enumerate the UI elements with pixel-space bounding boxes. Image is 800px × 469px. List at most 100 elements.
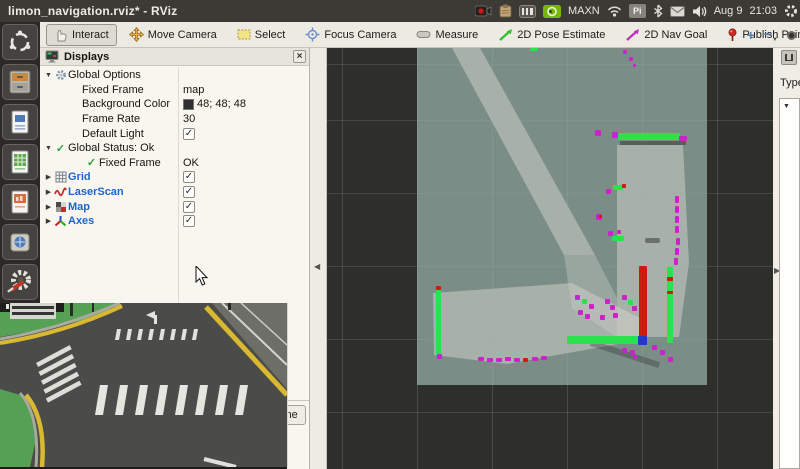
laser-marker bbox=[530, 48, 538, 51]
tool-focus-camera[interactable]: Focus Camera bbox=[297, 23, 404, 46]
tree-row-default-light[interactable]: Default Light ✓ bbox=[40, 126, 309, 141]
launcher-software-center[interactable] bbox=[2, 224, 38, 260]
displays-close-button[interactable]: × bbox=[293, 50, 306, 63]
remove-tool-label: − bbox=[764, 26, 772, 42]
laserscan-display-icon bbox=[53, 187, 68, 197]
laser-marker bbox=[675, 248, 679, 255]
tool-interact[interactable]: Interact bbox=[46, 24, 117, 46]
grid-checkbox[interactable]: ✓ bbox=[183, 171, 195, 183]
expand-arrow-icon[interactable]: ▼ bbox=[44, 72, 53, 79]
launcher-ubuntu-dash[interactable] bbox=[2, 24, 38, 60]
views-type-dropdown[interactable]: ▼ bbox=[779, 98, 800, 469]
clipboard-icon[interactable] bbox=[499, 4, 512, 18]
laser-marker bbox=[514, 358, 520, 362]
gpu-mode-label[interactable]: MAXN bbox=[568, 5, 600, 17]
tool-options-icon[interactable] bbox=[787, 31, 796, 40]
tool-measure[interactable]: Measure bbox=[408, 25, 486, 45]
tree-row-global-status[interactable]: ▼ ✓ Global Status: Ok bbox=[40, 141, 309, 156]
launcher-system-settings[interactable] bbox=[2, 264, 38, 300]
displays-panel-title: Displays bbox=[64, 51, 109, 63]
tool-2d-nav-goal[interactable]: 2D Nav Goal bbox=[617, 24, 715, 46]
tree-row-axes[interactable]: ▶ Axes ✓ bbox=[40, 214, 309, 229]
row-label: Global Options bbox=[68, 69, 141, 81]
launcher-libreoffice-calc[interactable] bbox=[2, 144, 38, 180]
pi-badge-icon[interactable]: Pi bbox=[629, 4, 646, 18]
toolbar-tool-buttons: + −▼ bbox=[747, 22, 796, 48]
tree-row-grid[interactable]: ▶ Grid ✓ bbox=[40, 170, 309, 185]
collapse-left-icon[interactable]: ◀ bbox=[314, 262, 320, 271]
volume-icon[interactable] bbox=[692, 5, 707, 18]
rviz-3d-viewport[interactable] bbox=[327, 48, 773, 469]
left-panel-splitter[interactable]: ◀ bbox=[310, 48, 327, 469]
laser-marker bbox=[633, 355, 637, 359]
measure-icon bbox=[416, 30, 431, 39]
move-icon bbox=[129, 27, 144, 42]
unity-launcher bbox=[0, 22, 40, 303]
launcher-libreoffice-writer[interactable] bbox=[2, 104, 38, 140]
displays-panel-header[interactable]: Displays bbox=[40, 48, 309, 66]
tool-label: Select bbox=[255, 29, 286, 41]
laser-marker bbox=[605, 299, 610, 304]
laser-marker bbox=[567, 336, 640, 344]
desktop-screen: { "menubar": { "title": "limon_navigatio… bbox=[0, 0, 800, 469]
time-label[interactable]: 21:03 bbox=[749, 5, 777, 17]
monitor-icon bbox=[45, 50, 59, 63]
views-panel: ▶ Type ▼ bbox=[773, 48, 800, 469]
wifi-icon[interactable] bbox=[607, 5, 622, 17]
tool-select[interactable]: Select bbox=[229, 24, 294, 45]
tree-row-map[interactable]: ▶ Map ✓ bbox=[40, 199, 309, 214]
row-label: Background Color bbox=[82, 98, 170, 110]
remove-tool-button[interactable]: −▼ bbox=[764, 27, 778, 43]
laser-marker bbox=[667, 277, 673, 281]
screen-record-icon[interactable] bbox=[475, 5, 492, 17]
tree-row-global-options[interactable]: ▼ Global Options bbox=[40, 68, 309, 83]
axes-checkbox[interactable]: ✓ bbox=[183, 215, 195, 227]
row-value[interactable]: map bbox=[183, 84, 204, 96]
tree-row-laserscan[interactable]: ▶ LaserScan ✓ bbox=[40, 185, 309, 200]
laser-marker bbox=[674, 258, 678, 265]
laser-marker bbox=[582, 299, 587, 304]
add-tool-button[interactable]: + bbox=[747, 28, 755, 42]
tool-move-camera[interactable]: Move Camera bbox=[121, 23, 225, 46]
tree-row-background-color[interactable]: Background Color 48; 48; 48 bbox=[40, 97, 309, 112]
viewport-markers bbox=[327, 48, 773, 469]
row-value[interactable]: 48; 48; 48 bbox=[183, 98, 246, 110]
laser-marker bbox=[618, 133, 680, 140]
launcher-libreoffice-impress[interactable] bbox=[2, 184, 38, 220]
laser-marker bbox=[632, 306, 637, 311]
grid-display-icon bbox=[53, 171, 68, 183]
row-label: Map bbox=[68, 201, 90, 213]
writer-doc-icon bbox=[7, 109, 33, 135]
laserscan-checkbox[interactable]: ✓ bbox=[183, 186, 195, 198]
session-gear-icon[interactable] bbox=[784, 4, 798, 18]
views-type-label: Type bbox=[780, 77, 800, 89]
pose-arrow-icon bbox=[498, 28, 513, 42]
impress-slide-icon bbox=[7, 189, 33, 215]
collapse-arrow-icon[interactable]: ▶ bbox=[44, 173, 53, 181]
tool-2d-pose-estimate[interactable]: 2D Pose Estimate bbox=[490, 24, 613, 46]
expand-arrow-icon[interactable]: ▼ bbox=[44, 145, 53, 152]
laser-marker bbox=[638, 336, 647, 345]
tree-row-frame-rate[interactable]: Frame Rate 30 bbox=[40, 112, 309, 127]
nvidia-icon[interactable] bbox=[543, 5, 561, 18]
date-label[interactable]: Aug 9 bbox=[714, 5, 743, 17]
mail-icon[interactable] bbox=[670, 6, 685, 17]
tool-label: Move Camera bbox=[148, 29, 217, 41]
collapse-arrow-icon[interactable]: ▶ bbox=[44, 217, 53, 225]
tree-row-fixed-frame[interactable]: Fixed Frame map bbox=[40, 83, 309, 98]
laser-marker bbox=[617, 230, 621, 234]
laser-marker bbox=[629, 57, 633, 61]
bluetooth-icon[interactable] bbox=[653, 4, 663, 18]
default-light-checkbox[interactable]: ✓ bbox=[183, 128, 195, 140]
launcher-file-manager[interactable] bbox=[2, 64, 38, 100]
row-value[interactable]: 30 bbox=[183, 113, 195, 125]
map-checkbox[interactable]: ✓ bbox=[183, 201, 195, 213]
tool-label: Measure bbox=[435, 29, 478, 41]
keyboard-indicator-icon[interactable] bbox=[519, 5, 536, 18]
row-label: Default Light bbox=[82, 128, 144, 140]
top-menubar: limon_navigation.rviz* - RViz MAXN Pi Au… bbox=[0, 0, 800, 22]
tree-row-fixed-frame-status[interactable]: ✓ Fixed Frame OK bbox=[40, 156, 309, 171]
collapse-arrow-icon[interactable]: ▶ bbox=[44, 203, 53, 211]
collapse-arrow-icon[interactable]: ▶ bbox=[44, 188, 53, 196]
views-panel-icon[interactable] bbox=[781, 50, 797, 65]
